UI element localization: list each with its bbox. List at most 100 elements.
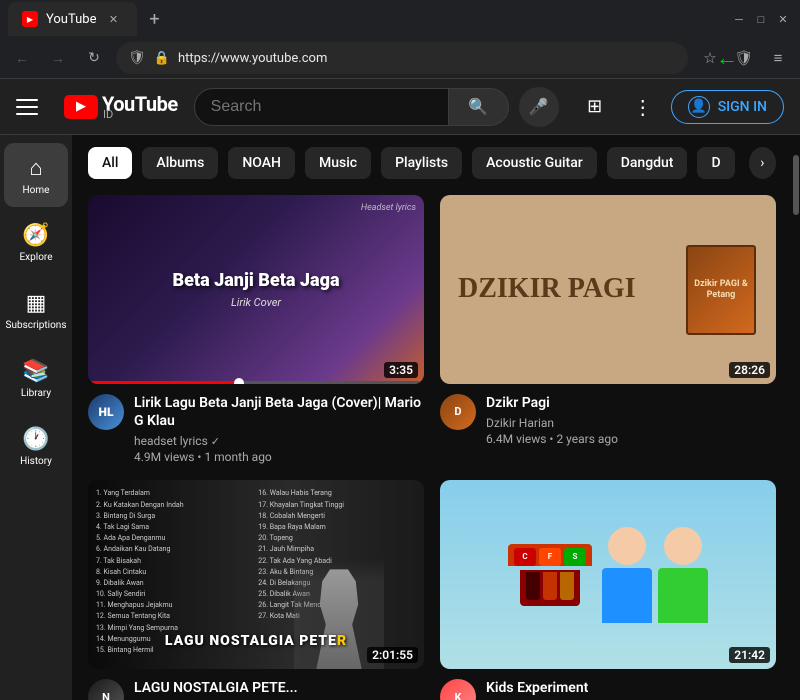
filter-bar: All Albums NOAH Music Playlists Acoustic… [72, 135, 792, 187]
thumbnail-2: DZIKIR PAGI Dzikir PAGI & Petang 28:26 [440, 195, 776, 384]
channel-name-1: headset lyrics ✓ [134, 434, 424, 448]
header-actions: ⊞ ⋮ 👤 SIGN IN [575, 87, 784, 127]
thumb-left-2: DZIKIR PAGI [450, 266, 686, 313]
signin-label: SIGN IN [718, 99, 767, 115]
mic-icon: 🎤 [529, 97, 549, 116]
video-card-2[interactable]: DZIKIR PAGI Dzikir PAGI & Petang 28:26 D… [440, 195, 776, 464]
video-info-2: D Dzikr Pagi Dzikir Harian 6.4M views • … [440, 384, 776, 446]
video-card-3[interactable]: 1. Yang Terdalam 2. Ku Katakan Dengan In… [88, 480, 424, 700]
apps-icon: ⊞ [587, 96, 602, 117]
close-window-button[interactable]: ✕ [774, 10, 792, 28]
filter-chip-d[interactable]: D [697, 147, 734, 179]
kids-figures [602, 527, 708, 623]
channel-avatar-2: D [440, 394, 476, 430]
video-title-3: LAGU NOSTALGIA PETE... [134, 679, 424, 697]
url-text: https://www.youtube.com [178, 51, 676, 66]
thumb-overlay-1: Beta Janji Beta Jaga Lirik Cover [88, 195, 424, 384]
video-grid: Headset lyrics Beta Janji Beta Jaga Liri… [72, 187, 792, 700]
channel-avatar-3: N [88, 679, 124, 700]
browser-menu-button[interactable]: ≡ [764, 44, 792, 72]
video-title-4: Kids Experiment [486, 679, 776, 697]
thumb-subtitle-1: Lirik Cover [231, 296, 281, 309]
filter-albums-label: Albums [156, 155, 204, 171]
sidebar-item-history[interactable]: 🕐 History [4, 415, 68, 479]
tab-close-button[interactable]: ✕ [105, 10, 123, 28]
progress-dot [234, 378, 244, 384]
more-icon: ⋮ [633, 95, 653, 119]
tab-title: YouTube [46, 12, 97, 27]
menu-button[interactable] [16, 91, 48, 123]
filter-playlists-label: Playlists [395, 155, 448, 171]
sidebar-item-library[interactable]: 📚 Library [4, 347, 68, 411]
filter-chip-dangdut[interactable]: Dangdut [607, 147, 688, 179]
mic-button[interactable]: 🎤 [519, 87, 559, 127]
video-duration-1: 3:35 [384, 362, 418, 378]
filter-chip-noah[interactable]: NOAH [228, 147, 295, 179]
sidebar-item-subscriptions[interactable]: ▦ Subscriptions [4, 279, 68, 343]
tab-favicon [22, 11, 38, 27]
apps-button[interactable]: ⊞ [575, 87, 615, 127]
reload-button[interactable]: ↻ [80, 44, 108, 72]
youtube-header: YouTube ID 🔍 🎤 ⊞ ⋮ 👤 SIGN IN [0, 79, 800, 135]
hamburger-line-1 [16, 99, 38, 101]
content-area[interactable]: All Albums NOAH Music Playlists Acoustic… [72, 135, 792, 700]
youtube-logo[interactable]: YouTube ID [64, 92, 178, 121]
shield-icon: 🛡 [128, 50, 146, 66]
home-icon: ⌂ [29, 155, 42, 181]
video-title-1: Lirik Lagu Beta Janji Beta Jaga (Cover)|… [134, 394, 424, 430]
sidebar-item-home[interactable]: ⌂ Home [4, 143, 68, 207]
video-card-1[interactable]: Headset lyrics Beta Janji Beta Jaga Liri… [88, 195, 424, 464]
search-button[interactable]: 🔍 [449, 88, 509, 126]
filter-music-label: Music [319, 155, 357, 171]
maximize-button[interactable]: □ [752, 10, 770, 28]
scrollbar[interactable] [792, 135, 800, 700]
filter-all-label: All [102, 155, 118, 171]
active-tab[interactable]: YouTube ✕ [8, 2, 137, 36]
thumbnail-4: C F S [440, 480, 776, 669]
signin-button[interactable]: 👤 SIGN IN [671, 90, 784, 124]
subscriptions-icon: ▦ [26, 291, 47, 316]
search-container: 🔍 🎤 [194, 87, 559, 127]
youtube-app: YouTube ID 🔍 🎤 ⊞ ⋮ 👤 SIGN IN [0, 79, 800, 700]
video-stats-1: 4.9M views • 1 month ago [134, 450, 424, 464]
thumbnail-3: 1. Yang Terdalam 2. Ku Katakan Dengan In… [88, 480, 424, 669]
video-meta-2: Dzikr Pagi Dzikir Harian 6.4M views • 2 … [486, 394, 776, 446]
forward-button[interactable]: → [44, 44, 72, 72]
back-button[interactable]: ← [8, 44, 36, 72]
filter-chip-albums[interactable]: Albums [142, 147, 218, 179]
kid-1-head [608, 527, 646, 565]
filter-chip-playlists[interactable]: Playlists [381, 147, 462, 179]
sidebar-history-label: History [20, 456, 52, 467]
filter-chip-all[interactable]: All [88, 147, 132, 179]
window-controls: ─ □ ✕ [730, 10, 792, 28]
minimize-button[interactable]: ─ [730, 10, 748, 28]
channel-avatar-4: K [440, 679, 476, 700]
thumbnail-1: Headset lyrics Beta Janji Beta Jaga Liri… [88, 195, 424, 384]
sidebar-subscriptions-label: Subscriptions [6, 320, 67, 331]
explore-icon: 🧭 [22, 223, 49, 248]
video-duration-2: 28:26 [729, 362, 770, 378]
main-layout: ⌂ Home 🧭 Explore ▦ Subscriptions 📚 Libra… [0, 135, 800, 700]
video-card-4[interactable]: C F S [440, 480, 776, 700]
thumb-title-1: Beta Janji Beta Jaga [172, 270, 339, 292]
tab-bar: YouTube ✕ + [8, 2, 169, 36]
scrollbar-thumb[interactable] [793, 155, 799, 215]
filter-chip-music[interactable]: Music [305, 147, 371, 179]
browser-chrome: YouTube ✕ + ─ □ ✕ ← → ↻ 🛡 🔒 https://www.… [0, 0, 800, 79]
url-box[interactable]: 🛡 🔒 https://www.youtube.com ← [116, 42, 688, 74]
filter-scroll-right[interactable]: › [749, 147, 776, 179]
sidebar-item-explore[interactable]: 🧭 Explore [4, 211, 68, 275]
more-options-button[interactable]: ⋮ [623, 87, 663, 127]
video-info-4: K Kids Experiment Fun Kids 5.5M views • … [440, 669, 776, 700]
video-meta-3: LAGU NOSTALGIA PETE... Lagu Nostalgia 2.… [134, 679, 424, 700]
address-bar: ← → ↻ 🛡 🔒 https://www.youtube.com ← ☆ 🛡 … [0, 38, 800, 78]
kid-2-head [664, 527, 702, 565]
youtube-country-badge: ID [103, 108, 178, 121]
thumb-right-2: Dzikir PAGI & Petang [686, 245, 766, 335]
filter-chip-acoustic[interactable]: Acoustic Guitar [472, 147, 597, 179]
search-box[interactable] [194, 88, 449, 126]
filter-noah-label: NOAH [242, 155, 281, 171]
new-tab-button[interactable]: + [141, 5, 169, 33]
kid-2-body [658, 568, 708, 623]
search-input[interactable] [211, 98, 432, 116]
